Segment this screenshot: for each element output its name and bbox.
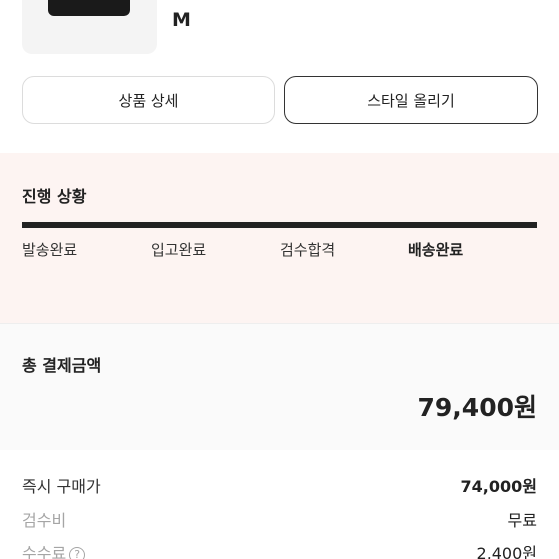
commission-label-row: 수수료? [22,540,86,559]
inspection-fee-label: 검수비 [22,511,67,530]
step-received: 입고완료 [151,241,207,259]
product-size: M [172,9,191,31]
total-payment-label: 총 결제금액 [22,356,102,375]
garment-shape [48,0,130,16]
instant-price-value: 74,000원 [460,477,537,496]
instant-price-label: 즉시 구매가 [22,477,101,496]
progress-bar [22,222,537,228]
product-detail-button[interactable]: 상품 상세 [22,76,275,124]
step-inspection-passed: 검수합격 [280,241,336,259]
progress-title: 진행 상황 [22,187,87,206]
total-payment-amount: 79,400원 [417,393,537,422]
commission-value: 2,400원 [476,544,537,559]
step-delivered: 배송완료 [408,241,464,259]
commission-label: 수수료 [22,544,67,559]
help-icon[interactable]: ? [69,546,86,559]
step-shipped: 발송완료 [22,241,78,259]
total-payment-section: 총 결제금액 79,400원 [0,324,559,450]
product-image [22,0,157,54]
progress-section: 진행 상황 발송완료 입고완료 검수합격 배송완료 [0,153,559,323]
post-style-button[interactable]: 스타일 올리기 [284,76,538,124]
inspection-fee-value: 무료 [507,511,537,530]
